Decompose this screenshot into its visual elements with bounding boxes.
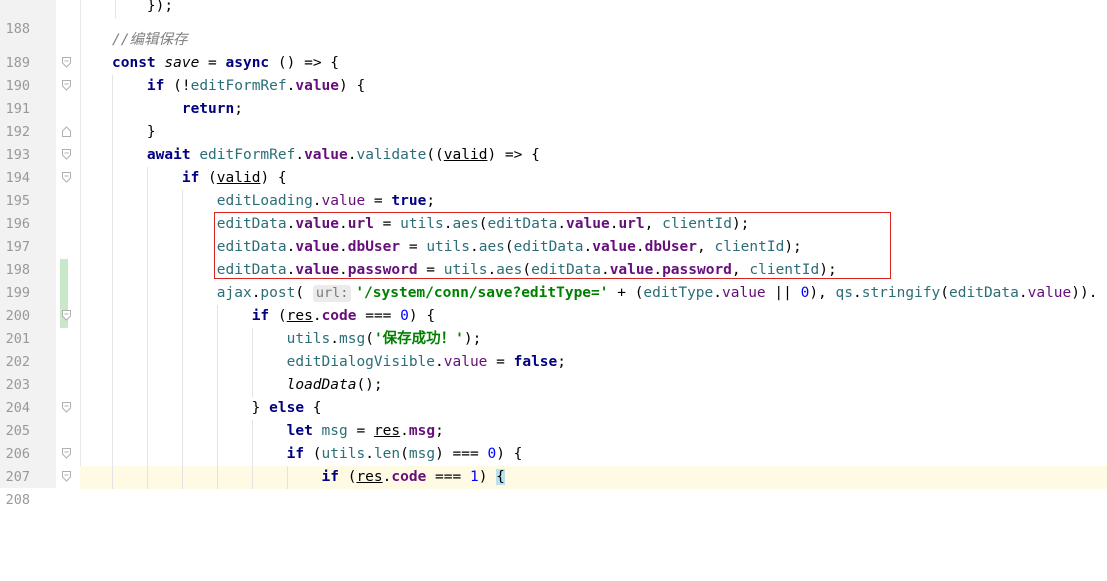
code-text: editDialogVisible.value = false;	[80, 351, 1107, 374]
code-line: 201 if (res.code === 0) {	[0, 305, 1107, 347]
fold-open-icon[interactable]	[62, 448, 71, 459]
fold-open-icon[interactable]	[62, 402, 71, 413]
code-line: 197 editData.value.url = utils.aes(editD…	[0, 213, 1107, 282]
code-text: utils.msg('保存成功！');	[80, 328, 1107, 351]
fold-open-icon[interactable]	[62, 149, 71, 160]
fold-open-icon[interactable]	[62, 57, 71, 68]
parameter-hint: url:	[312, 285, 352, 302]
code-text: } else {	[80, 397, 1107, 420]
code-text: //编辑保存	[80, 29, 1107, 52]
code-line: 206 let msg = res.msg;	[0, 420, 1107, 462]
code-text: loadData();	[80, 374, 1107, 397]
code-line: 188 });	[0, 0, 1107, 37]
code-text: }	[80, 121, 1107, 144]
code-editor[interactable]: 188 }); 189 //编辑保存 190 const save = asyn…	[0, 0, 1107, 508]
code-text: const save = async () => {	[112, 55, 340, 71]
code-text: if (res.code === 0) {	[80, 305, 1107, 328]
code-text: });	[80, 0, 1107, 18]
fold-open-icon[interactable]	[62, 80, 71, 91]
code-line: 190 const save = async () => {	[0, 52, 1107, 94]
code-text: return;	[80, 98, 1107, 121]
fold-open-icon[interactable]	[62, 172, 71, 183]
fold-open-icon[interactable]	[62, 471, 71, 482]
code-line: 204 loadData();	[0, 374, 1107, 416]
code-text: await editFormRef.value.validate((valid)…	[80, 144, 1107, 167]
code-text: if (utils.len(msg) === 0) {	[80, 443, 1107, 466]
fold-open-icon[interactable]	[62, 310, 71, 321]
code-text: if (!editFormRef.value) {	[80, 75, 1107, 98]
code-line: 193 }	[0, 121, 1107, 163]
code-text: editLoading.value = true;	[80, 190, 1107, 213]
code-line: 205 } else {	[0, 397, 1107, 439]
comment: //编辑保存	[112, 32, 188, 48]
code-text: ajax.post( url: '/system/conn/save?editTy…	[80, 282, 1107, 305]
code-text: editData.value.url = utils.aes(editData.…	[80, 213, 1107, 236]
code-text: editData.value.password = utils.aes(edit…	[80, 259, 1107, 282]
code-line: 203 editDialogVisible.value = false;	[0, 351, 1107, 393]
code-line: 196 editLoading.value = true;	[0, 190, 1107, 232]
code-line: 195 if (valid) {	[0, 167, 1107, 209]
code-line: 199 editData.value.password = utils.aes(…	[0, 259, 1107, 328]
line-number: 208	[5, 492, 30, 508]
code-line: 191 if (!editFormRef.value) {	[0, 75, 1107, 117]
code-line: 200 ajax.post( url: '/system/conn/save?ed…	[0, 282, 1107, 324]
code-line: 192 return;	[0, 98, 1107, 140]
code-line: 194 await editFormRef.value.validate((va…	[0, 144, 1107, 186]
code-text: if (valid) {	[80, 167, 1107, 190]
code-text: if (res.code === 1) {	[80, 466, 1107, 489]
code-text: let msg = res.msg;	[80, 420, 1107, 443]
fold-close-icon[interactable]	[62, 126, 71, 137]
code-line: 207 if (utils.len(msg) === 0) {	[0, 443, 1107, 485]
code-line: 189 //编辑保存	[0, 29, 1107, 71]
code-line: 198 editData.value.dbUser = utils.aes(ed…	[0, 236, 1107, 305]
code-line-current: 208 if (res.code === 1) {	[0, 466, 1107, 508]
code-line: 202 utils.msg('保存成功！');	[0, 328, 1107, 370]
code-text: editData.value.dbUser = utils.aes(editDa…	[80, 236, 1107, 259]
